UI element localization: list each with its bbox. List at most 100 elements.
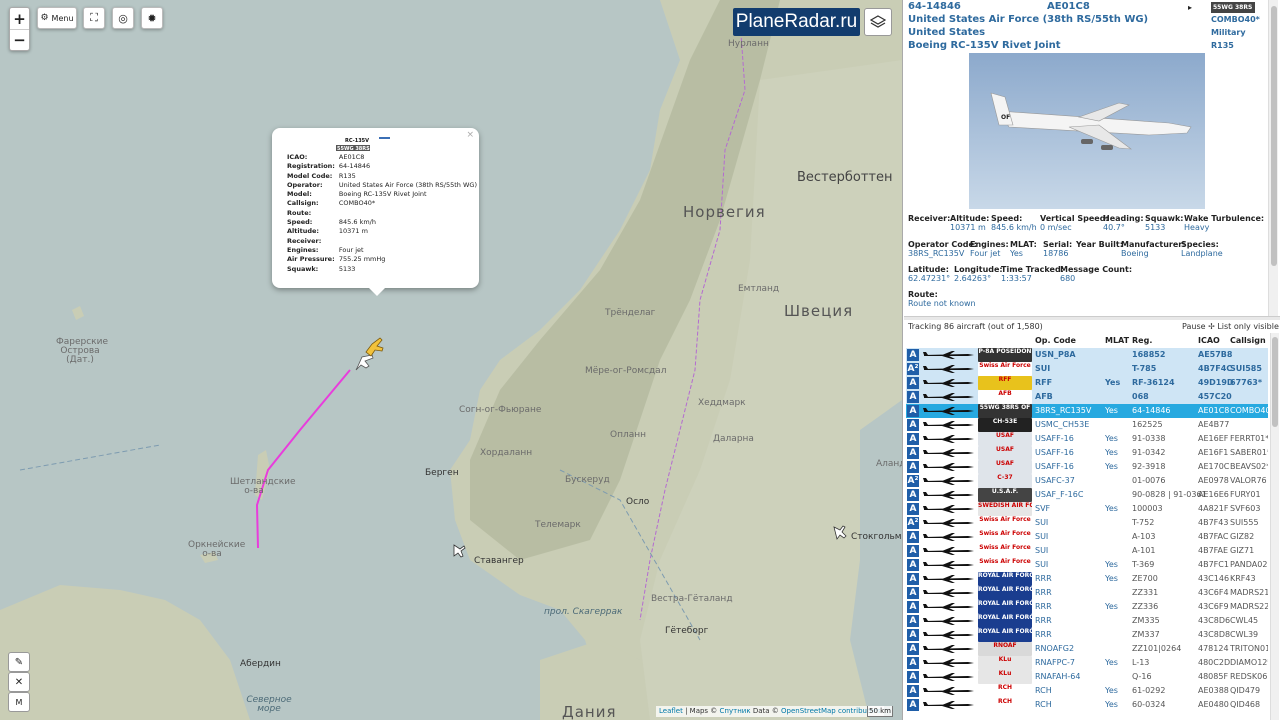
layers-button[interactable] (864, 8, 892, 36)
aircraft-row[interactable]: A Swiss Air Force SUI A-103 4B7FAC GIZ82 (906, 530, 1268, 544)
osm-link[interactable]: OpenStreetMap contributors (781, 707, 881, 715)
detail-field-key: Heading: (1103, 214, 1144, 223)
panel-divider[interactable] (904, 316, 1280, 320)
zoom-out-button[interactable]: − (10, 29, 29, 50)
settings-button[interactable]: ✹ (141, 7, 163, 29)
pause-button[interactable]: Pause (1182, 322, 1206, 331)
aircraft-row[interactable]: A RCH RCH Yes 61-0292 AE0388 QID479 (906, 684, 1268, 698)
aircraft-silhouette-icon (923, 701, 974, 709)
operator-logo: USAF (978, 446, 1032, 460)
adsb-badge: A (907, 419, 919, 431)
list-scrollbar[interactable] (1270, 333, 1279, 720)
layers-icon (870, 15, 886, 28)
aircraft-row[interactable]: A² Swiss Air Force SUI T-752 4B7F43 SUI555 (906, 516, 1268, 530)
detail-field-value: 1:33:57 (1001, 274, 1032, 283)
fullscreen-button[interactable]: ⛶ (83, 7, 105, 29)
op-code: USAFF-16 (1035, 434, 1074, 443)
col-reg[interactable]: Reg. (1132, 336, 1152, 345)
aircraft-row[interactable]: A P-8A POSEIDON USN_P8A 168852 AE57B8 (906, 348, 1268, 362)
col-op-code[interactable]: Op. Code (1035, 336, 1076, 345)
callsign: MADRS21 (1230, 588, 1268, 597)
detail-field: Manufacturer: Boeing (1121, 240, 1185, 258)
aircraft-row[interactable]: A RCH RCH Yes 60-0324 AE0480 QID468 (906, 698, 1268, 712)
menu-button[interactable]: ⚙ Menu (37, 7, 77, 29)
aircraft-silhouette-icon (923, 449, 974, 457)
adsb-badge: A (907, 349, 919, 361)
aircraft-silhouette-icon (923, 617, 974, 625)
draw-tool-button[interactable]: ✎ (8, 652, 30, 672)
aircraft-silhouette-icon (923, 379, 974, 387)
popup-field-value: COMBO40* (338, 199, 376, 208)
detail-field-key: Longitude: (954, 265, 1003, 274)
detail-field-value: Heavy (1184, 223, 1210, 232)
zoom-in-button[interactable]: + (10, 8, 29, 29)
aircraft-row[interactable]: A 55WG 38RS OF 38RS_RC135V Yes 64-14846 AE01C… (906, 404, 1268, 418)
icao-code: 4A821F (1198, 504, 1229, 513)
mlat-value: Yes (1105, 504, 1118, 513)
detail-field: Wake Turbulence: Heavy (1184, 214, 1264, 232)
aircraft-row[interactable]: A KLu RNAFAH-64 Q-16 48085F REDSK06 (906, 670, 1268, 684)
adsb-badge: A (907, 391, 919, 403)
aircraft-row[interactable]: A SWEDISH AIR FORCESVF Yes 100003 4A821FSVF6… (906, 502, 1268, 516)
aircraft-row[interactable]: A ROYAL AIR FORCE RRR ZM335 43C8D6 CWL45 (906, 614, 1268, 628)
play-icon[interactable]: ▸ (1188, 3, 1192, 12)
aircraft-silhouette-icon (923, 365, 974, 373)
adsb-badge: A (907, 573, 919, 585)
col-icao[interactable]: ICAO (1198, 336, 1220, 345)
aircraft-row[interactable]: A ROYAL AIR FORCE RRR ZZ331 43C6F4 MADRS21 (906, 586, 1268, 600)
aircraft-row[interactable]: A RFF RFF Yes RF-36124 49D19D 67763* (906, 376, 1268, 390)
icao-code: AE16F1 (1198, 448, 1229, 457)
operator-logo: CH-53E (978, 418, 1032, 432)
locate-button[interactable]: ◎ (112, 7, 134, 29)
registration: A-101 (1132, 546, 1156, 555)
col-mlat[interactable]: MLAT (1105, 336, 1129, 345)
operator-logo: RNOAF (978, 642, 1032, 656)
measure-tool-button[interactable]: M (8, 692, 30, 712)
map-attribution: Leaflet | Maps © Спутник Data © OpenStre… (656, 706, 884, 717)
aircraft-row[interactable]: A² Swiss Air Force SUI T-785 4B7F4C SUI585 (906, 362, 1268, 376)
detail-field-value: 62.47231° (908, 274, 951, 283)
aircraft-row[interactable]: A ROYAL AIR FORCE RRR ZM337 43C8D8 CWL39 (906, 628, 1268, 642)
detail-field: Operator Code: 38RS_RC135V (908, 240, 977, 258)
site-logo[interactable]: PlaneRadar.ru (733, 8, 860, 36)
aircraft-row[interactable]: A U.S.A.F. USAF_F-16C 90-0828 | 91-0361 AE16… (906, 488, 1268, 502)
aircraft-row[interactable]: A USAF USAFF-16 Yes 91-0338 AE16EF FERRT01* (906, 432, 1268, 446)
aircraft-row[interactable]: A ROYAL AIR FORCE RRR Yes ZZ336 43C6F9 MADRS22… (906, 600, 1268, 614)
detail-field: Engines: Four jet (970, 240, 1009, 258)
operator-logo: Swiss Air Force (978, 544, 1032, 558)
aircraft-row[interactable]: A CH-53E USMC_CH53E 162525 AE4B77 (906, 418, 1268, 432)
aircraft-row[interactable]: A RNOAF RNOAFG2 ZZ101|0264 478124 TRITON01 (906, 642, 1268, 656)
registration: 61-0292 (1132, 686, 1166, 695)
adsb-badge: A (907, 545, 919, 557)
popup-field: ICAO: AE01C8 (285, 153, 479, 162)
list-only-visible-toggle[interactable]: List only visible (1217, 322, 1279, 331)
clear-tool-button[interactable]: ✕ (8, 672, 30, 692)
col-callsign[interactable]: Callsign (1230, 336, 1266, 345)
aircraft-row[interactable]: A USAF USAFF-16 Yes 92-3918 AE170C BEAVS02* (906, 460, 1268, 474)
aircraft-row[interactable]: A Swiss Air Force SUI Yes T-369 4B7FC1 PANDA02 (906, 558, 1268, 572)
callsign: GIZ71 (1230, 546, 1255, 555)
map-view[interactable]: Норвегия Швеция Нурланн Вестерботтен Емтланд… (0, 0, 902, 720)
operator-logo: 55WG 38RS OF (978, 404, 1032, 418)
callsign: QID468 (1230, 700, 1261, 709)
aircraft-row[interactable]: A ROYAL AIR FORCE RRR Yes ZE700 43C146 KRF43 (906, 572, 1268, 586)
details-scroll-thumb[interactable] (1271, 6, 1277, 266)
map-label: Вестра-Гёталанд (651, 594, 733, 604)
op-code: USAFF-16 (1035, 462, 1074, 471)
aircraft-row[interactable]: A² C-37 USAFC-37 01-0076 AE0978 VALOR76 (906, 474, 1268, 488)
popup-field-value (337, 209, 479, 218)
mlat-value: Yes (1105, 686, 1118, 695)
popup-field-key: Squawk: (287, 264, 319, 273)
sputnik-link[interactable]: Спутник (720, 707, 751, 715)
leaflet-link[interactable]: Leaflet (659, 707, 683, 715)
registration: 100003 (1132, 504, 1163, 513)
detail-field: Message Count: 680 (1060, 265, 1132, 283)
details-scrollbar[interactable] (1268, 0, 1278, 316)
list-scroll-thumb[interactable] (1272, 337, 1278, 427)
aircraft-row[interactable]: A AFB AFB 068 457C20 (906, 390, 1268, 404)
aircraft-row[interactable]: A USAF USAFF-16 Yes 91-0342 AE16F1 SABER01* (906, 446, 1268, 460)
icao-code: 4B7FAC (1198, 532, 1229, 541)
aircraft-row[interactable]: A Swiss Air Force SUI A-101 4B7FAE GIZ71 (906, 544, 1268, 558)
popup-close-button[interactable]: × (466, 130, 474, 140)
aircraft-row[interactable]: A KLu RNAFPC-7 Yes L-13 480C2D DIAMO12* (906, 656, 1268, 670)
